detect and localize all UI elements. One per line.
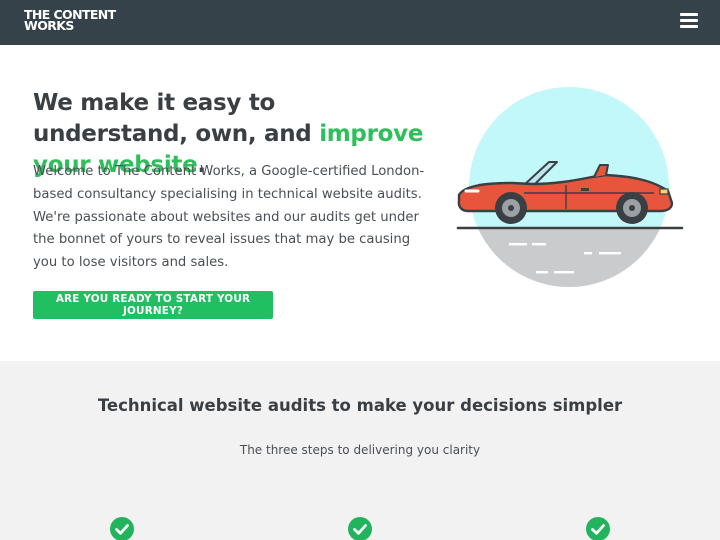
site-logo[interactable]: THE CONTENT WORKS: [24, 8, 116, 32]
top-navigation-bar: THE CONTENT WORKS: [0, 0, 720, 45]
hamburger-menu-icon[interactable]: [680, 13, 698, 31]
hero-description: Welcome to The Content Works, a Google-c…: [33, 164, 425, 271]
check-circle-icon: [348, 517, 372, 540]
steps-section-title: Technical website audits to make your de…: [97, 396, 623, 415]
red-convertible-car-illustration: [456, 87, 684, 287]
check-circle-icon: [110, 517, 134, 540]
steps-section-subtitle: The three steps to delivering you clarit…: [239, 443, 481, 457]
check-circle-icon: [586, 517, 610, 540]
start-journey-button[interactable]: ARE YOU READY TO START YOUR JOURNEY?: [33, 291, 273, 319]
hero-heading-text: We make it easy to understand, own, and: [33, 90, 320, 147]
